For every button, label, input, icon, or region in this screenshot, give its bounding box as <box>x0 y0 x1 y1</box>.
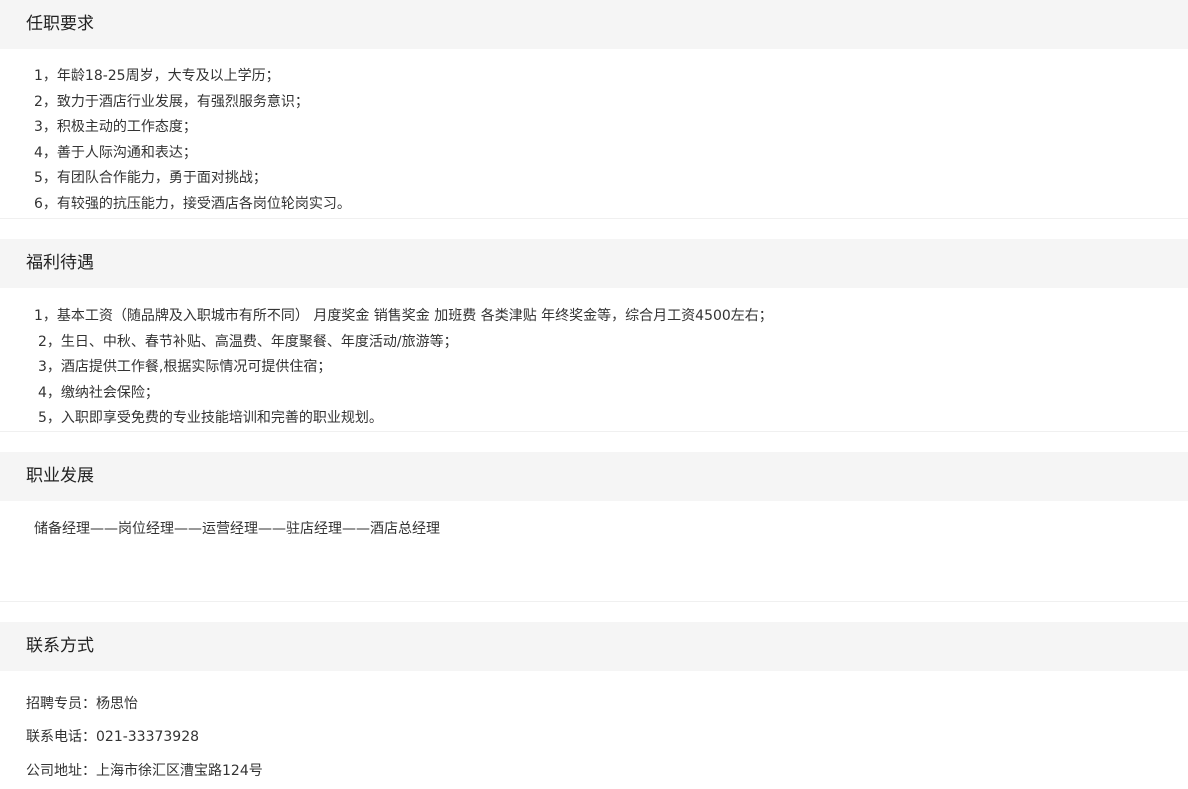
requirements-body: 1，年龄18-25周岁，大专及以上学历； 2，致力于酒店行业发展，有强烈服务意识… <box>0 49 1188 219</box>
list-item: 1，基本工资（随品牌及入职城市有所不同） 月度奖金 销售奖金 加班费 各类津贴 … <box>34 308 773 324</box>
recruiter-value: 杨思怡 <box>96 696 138 712</box>
list-item: 3，酒店提供工作餐,根据实际情况可提供住宿； <box>38 359 332 376</box>
address-value: 上海市徐汇区漕宝路124号 <box>96 763 263 779</box>
contact-phone: 联系电话：021-33373928 <box>26 727 199 747</box>
list-item: 2，生日、中秋、春节补贴、高温费、年度聚餐、年度活动/旅游等； <box>38 333 458 350</box>
contact-heading: 联系方式 <box>0 622 1188 671</box>
benefits-body: 1，基本工资（随品牌及入职城市有所不同） 月度奖金 销售奖金 加班费 各类津贴 … <box>0 288 1188 432</box>
contact-recruiter: 招聘专员：杨思怡 <box>26 694 138 714</box>
requirements-heading: 任职要求 <box>0 0 1188 49</box>
phone-label: 联系电话： <box>26 729 96 745</box>
list-item: 1，年龄18-25周岁，大专及以上学历； <box>34 68 280 84</box>
benefits-list: 1，基本工资（随品牌及入职城市有所不同） 月度奖金 销售奖金 加班费 各类津贴 … <box>34 304 1188 432</box>
list-item: 4，缴纳社会保险； <box>38 384 159 401</box>
career-body: 储备经理——岗位经理——运营经理——驻店经理——酒店总经理 <box>0 501 1188 602</box>
career-heading: 职业发展 <box>0 452 1188 501</box>
address-label: 公司地址： <box>26 763 96 779</box>
list-item: 5，入职即享受免费的专业技能培训和完善的职业规划。 <box>38 410 383 427</box>
list-item: 2，致力于酒店行业发展，有强烈服务意识； <box>34 93 309 110</box>
benefits-heading: 福利待遇 <box>0 239 1188 288</box>
requirements-list: 1，年龄18-25周岁，大专及以上学历； 2，致力于酒店行业发展，有强烈服务意识… <box>34 64 1188 218</box>
recruiter-label: 招聘专员： <box>26 696 96 712</box>
job-detail-page: 任职要求 1，年龄18-25周岁，大专及以上学历； 2，致力于酒店行业发展，有强… <box>0 0 1188 789</box>
contact-address: 公司地址：上海市徐汇区漕宝路124号 <box>26 761 263 781</box>
list-item: 3，积极主动的工作态度； <box>34 119 197 136</box>
list-item: 6，有较强的抗压能力，接受酒店各岗位轮岗实习。 <box>34 195 351 212</box>
list-item: 4，善于人际沟通和表达； <box>34 144 197 161</box>
list-item: 5，有团队合作能力，勇于面对挑战； <box>34 170 267 187</box>
career-path: 储备经理——岗位经理——运营经理——驻店经理——酒店总经理 <box>34 521 440 537</box>
phone-value: 021-33373928 <box>96 729 200 745</box>
